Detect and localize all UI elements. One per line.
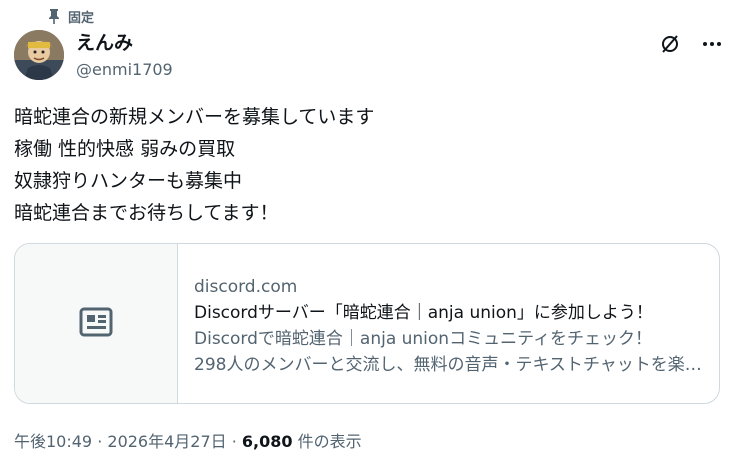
tweet-line: 奴隷狩りハンターも募集中	[14, 170, 243, 192]
pin-icon	[46, 8, 62, 24]
tweet-line: 稼働 性的快感 弱みの買取	[14, 138, 236, 160]
card-description-line1: Discordで暗蛇連合｜anja unionコミュニティをチェック！	[194, 329, 653, 349]
author-block: えんみ @enmi1709	[76, 31, 173, 81]
tweet-line: 暗蛇連合までお待ちしてます！	[14, 202, 279, 224]
tweet-line: 暗蛇連合の新規メンバーを募集しています	[14, 106, 375, 128]
tweet-text: 暗蛇連合の新規メンバーを募集しています 稼働 性的快感 弱みの買取 奴隷狩りハン…	[14, 101, 714, 229]
article-icon	[79, 307, 113, 341]
pinned-indicator: 固定	[46, 6, 94, 26]
avatar[interactable]	[14, 30, 64, 80]
author-name[interactable]: えんみ	[76, 31, 173, 55]
link-card[interactable]: discord.com Discordサーバー「暗蛇連合｜anja union」…	[14, 243, 720, 404]
card-domain: discord.com	[194, 277, 298, 297]
card-thumbnail	[15, 244, 178, 403]
tweet-actions	[658, 32, 724, 56]
tweet-time[interactable]: 午後10:49	[14, 432, 92, 451]
meta-separator: ·	[226, 432, 242, 451]
card-body: discord.com Discordサーバー「暗蛇連合｜anja union」…	[178, 244, 718, 403]
card-title: Discordサーバー「暗蛇連合｜anja union」に参加しよう！	[194, 303, 653, 323]
tweet-date[interactable]: 2026年4月27日	[107, 432, 226, 451]
more-icon[interactable]	[700, 32, 724, 56]
grok-icon[interactable]	[658, 32, 682, 56]
view-count: 6,080	[241, 432, 293, 451]
card-description-line2: 298人のメンバーと交流し、無料の音声・テキストチャットを楽しみましょう。	[194, 355, 704, 375]
tweet-meta: 午後10:49 · 2026年4月27日 · 6,080 件の表示	[14, 428, 362, 452]
meta-separator: ·	[92, 432, 108, 451]
author-handle[interactable]: @enmi1709	[76, 59, 173, 81]
view-count-label: 件の表示	[292, 432, 362, 451]
pinned-label: 固定	[68, 10, 95, 26]
